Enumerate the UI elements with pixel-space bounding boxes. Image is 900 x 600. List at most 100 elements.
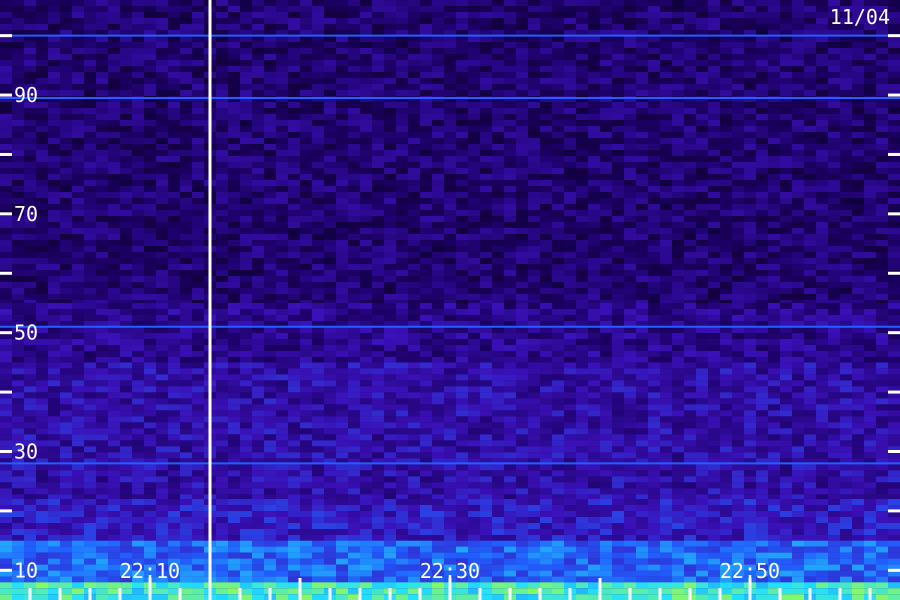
spectrogram-cell (816, 54, 828, 60)
spectrogram-cell (576, 576, 588, 583)
spectrogram-cell (744, 446, 756, 453)
spectrogram-cell (504, 42, 516, 48)
spectrogram-cell (408, 326, 420, 333)
spectrogram-cell (312, 540, 324, 547)
spectrogram-cell (720, 332, 732, 339)
spectrogram-cell (84, 12, 96, 18)
spectrogram-cell (804, 564, 816, 571)
spectrogram-cell (264, 36, 276, 42)
spectrogram-cell (780, 535, 792, 541)
spectrogram-cell (156, 332, 168, 339)
spectrogram-cell (348, 84, 360, 90)
spectrogram-cell (300, 60, 312, 66)
spectrogram-cell (348, 78, 360, 84)
spectrogram-cell (0, 416, 12, 423)
spectrogram-cell (564, 6, 576, 12)
spectrogram-cell (36, 416, 48, 423)
spectrogram-cell (840, 338, 852, 345)
spectrogram-cell (348, 494, 360, 500)
spectrogram-cell (624, 505, 636, 512)
spectrogram-cell (708, 302, 720, 309)
spectrogram-cell (504, 428, 516, 435)
spectrogram-cell (612, 60, 624, 66)
spectrogram-cell (540, 434, 552, 441)
spectrogram-cell (648, 476, 660, 483)
spectrogram-cell (768, 505, 780, 512)
spectrogram-cell (564, 36, 576, 42)
spectrogram-cell (540, 535, 552, 541)
spectrogram-cell (276, 6, 288, 12)
spectrogram-cell (612, 42, 624, 48)
spectrogram-cell (516, 558, 528, 565)
spectrogram-cell (384, 546, 396, 553)
spectrogram-cell (144, 12, 156, 18)
spectrogram-cell (216, 404, 228, 411)
spectrogram-cell (564, 78, 576, 84)
spectrogram-cell (780, 440, 792, 447)
spectrogram-cell (732, 302, 744, 309)
spectrogram-cell (564, 494, 576, 500)
spectrogram-cell (888, 428, 900, 435)
spectrogram-cell (816, 416, 828, 423)
spectrogram-cell (816, 488, 828, 495)
spectrogram-cell (744, 392, 756, 399)
spectrogram-cell (300, 84, 312, 90)
spectrogram-cell (312, 12, 324, 18)
spectrogram-cell (288, 308, 300, 315)
spectrogram-cell (60, 308, 72, 315)
spectrogram-cell (636, 464, 648, 471)
spectrogram-cell (228, 529, 240, 536)
spectrogram-cell (432, 546, 444, 553)
spectrogram-cell (828, 302, 840, 309)
spectrogram-cell (864, 60, 876, 66)
spectrogram-cell (444, 546, 456, 553)
spectrogram-cell (12, 422, 24, 429)
spectrogram-cell (636, 440, 648, 447)
spectrogram-cell (540, 452, 552, 459)
spectrogram-cell (36, 505, 48, 512)
spectrogram-cell (756, 72, 768, 78)
spectrogram-cell (192, 356, 204, 363)
spectrogram-cell (888, 464, 900, 471)
spectrogram-cell (468, 540, 480, 547)
spectrogram-cell (588, 356, 600, 363)
spectrogram-cell (240, 350, 252, 357)
spectrogram-cell (564, 380, 576, 387)
spectrogram-cell (12, 535, 24, 541)
spectrogram-cell (528, 446, 540, 453)
spectrogram-cell (696, 48, 708, 54)
spectrogram-cell (468, 18, 480, 24)
spectrogram-cell (612, 338, 624, 345)
spectrogram-cell (312, 380, 324, 387)
spectrogram-cell (168, 66, 180, 72)
spectrogram-cell (384, 576, 396, 583)
spectrogram-cell (432, 54, 444, 60)
spectrogram-cell (288, 434, 300, 441)
spectrogram-cell (108, 36, 120, 42)
spectrogram-cell (600, 505, 612, 512)
spectrogram-cell (576, 588, 588, 595)
spectrogram-cell (372, 422, 384, 429)
spectrogram-cell (60, 48, 72, 54)
spectrogram-cell (648, 494, 660, 500)
spectrogram-cell (876, 488, 888, 495)
spectrogram-cell (72, 332, 84, 339)
spectrogram-cell (576, 452, 588, 459)
spectrogram-cell (372, 505, 384, 512)
spectrogram-cell (456, 582, 468, 589)
spectrogram-cell (804, 18, 816, 24)
spectrogram-cell (60, 505, 72, 512)
spectrogram-cell (276, 48, 288, 54)
spectrogram-cell (312, 588, 324, 595)
spectrogram-cell (264, 488, 276, 495)
spectrogram-cell (324, 66, 336, 72)
spectrogram-cell (612, 6, 624, 12)
spectrogram-cell (288, 535, 300, 541)
spectrogram-cell (168, 36, 180, 42)
spectrogram-cell (684, 440, 696, 447)
spectrogram-cell (156, 535, 168, 541)
spectrogram-cell (168, 416, 180, 423)
spectrogram-cell (336, 434, 348, 441)
spectrogram-cell (240, 511, 252, 518)
spectrogram-cell (660, 398, 672, 405)
